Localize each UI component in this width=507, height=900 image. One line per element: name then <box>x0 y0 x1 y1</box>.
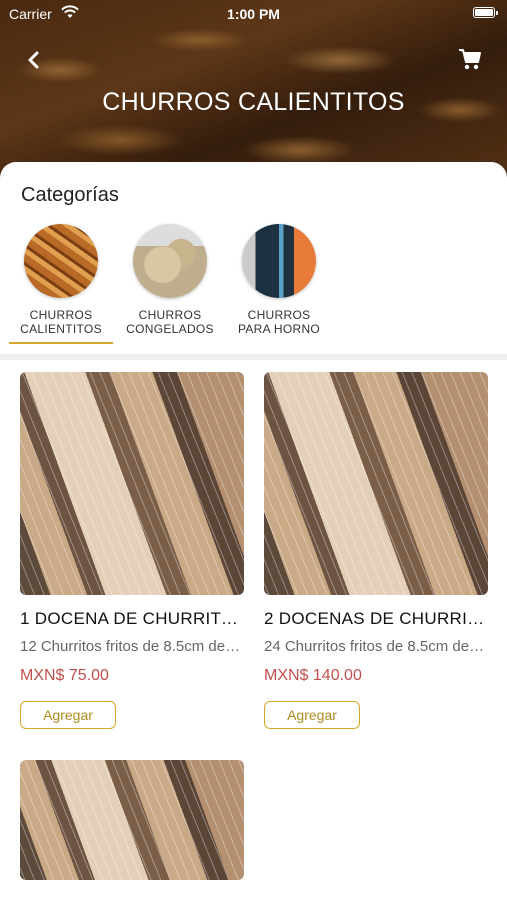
category-label-line1: CHURROS <box>29 308 93 322</box>
battery-icon <box>473 7 498 18</box>
cart-icon[interactable] <box>457 46 483 72</box>
category-image <box>133 224 207 298</box>
status-bar: Carrier 1:00 PM <box>0 0 507 28</box>
product-description: 12 Churritos fritos de 8.5cm de largo <box>20 638 244 655</box>
category-label-line1: CHURROS <box>247 308 311 322</box>
content-sheet: Categorías CHURROS CALIENTITOS CHURROS C… <box>0 162 507 900</box>
product-image[interactable] <box>20 760 244 880</box>
selected-category-indicator <box>9 342 113 344</box>
category-image <box>242 224 316 298</box>
page-title: CHURROS CALIENTITOS <box>102 88 405 116</box>
product-price: MXN$ 75.00 <box>20 667 109 684</box>
section-divider <box>0 354 507 360</box>
product-image[interactable] <box>264 372 488 595</box>
product-name: 2 DOCENAS DE CHURRITOS <box>264 609 488 628</box>
category-churros-congelados[interactable]: CHURROS CONGELADOS <box>118 224 222 336</box>
category-churros-calientitos[interactable]: CHURROS CALIENTITOS <box>9 224 113 344</box>
categories-carousel[interactable]: CHURROS CALIENTITOS CHURROS CONGELADOS C… <box>9 224 499 344</box>
product-card[interactable]: 1 DOCENA DE CHURRITOS 12 Churritos frito… <box>20 372 244 729</box>
categories-heading: Categorías <box>21 184 119 206</box>
product-image[interactable] <box>20 372 244 595</box>
add-to-cart-button[interactable]: Agregar <box>264 701 360 729</box>
status-time: 1:00 PM <box>227 6 280 22</box>
category-label-line1: CHURROS <box>138 308 202 322</box>
category-label: CHURROS PARA HORNO <box>227 308 331 336</box>
product-name: 1 DOCENA DE CHURRITOS <box>20 609 244 628</box>
product-description: 24 Churritos fritos de 8.5cm de largo <box>264 638 488 655</box>
category-image <box>24 224 98 298</box>
product-card[interactable]: 2 DOCENAS DE CHURRITOS 24 Churritos frit… <box>264 372 488 729</box>
add-to-cart-button[interactable]: Agregar <box>20 701 116 729</box>
category-churros-para-horno[interactable]: CHURROS PARA HORNO <box>227 224 331 336</box>
category-label-line2: CALIENTITOS <box>20 322 102 336</box>
product-price: MXN$ 140.00 <box>264 667 362 684</box>
category-label-line2: CONGELADOS <box>126 322 214 336</box>
category-label: CHURROS CONGELADOS <box>118 308 222 336</box>
category-label: CHURROS CALIENTITOS <box>9 308 113 336</box>
product-card[interactable] <box>20 760 244 880</box>
back-arrow-icon[interactable] <box>22 48 46 72</box>
category-label-line2: PARA HORNO <box>237 322 321 336</box>
